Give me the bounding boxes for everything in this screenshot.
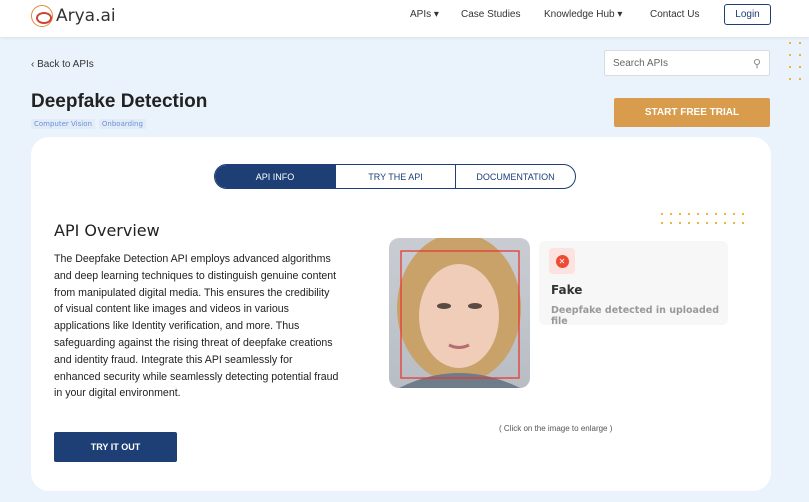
- result-subtitle: Deepfake detected in uploaded file: [551, 305, 720, 327]
- nav-contact-us[interactable]: Contact Us: [650, 9, 699, 20]
- tab-api-info[interactable]: API INFO: [215, 165, 335, 188]
- tabs: API INFO TRY THE API DOCUMENTATION: [214, 164, 576, 189]
- x-circle-icon: ✕: [549, 248, 575, 274]
- tab-documentation[interactable]: DOCUMENTATION: [455, 165, 575, 188]
- overview-heading: API Overview: [54, 221, 160, 240]
- api-card: API INFO TRY THE API DOCUMENTATION API O…: [31, 137, 771, 491]
- tag[interactable]: Onboarding: [98, 119, 146, 129]
- navbar: Arya.ai APIs ▾ Case Studies Knowledge Hu…: [0, 0, 809, 37]
- try-it-out-button[interactable]: TRY IT OUT: [54, 432, 177, 462]
- logo[interactable]: Arya.ai: [31, 5, 116, 27]
- back-to-apis-link[interactable]: ‹ Back to APIs: [31, 59, 94, 70]
- nav-knowledge-hub[interactable]: Knowledge Hub ▾: [544, 9, 622, 20]
- logo-icon: [31, 5, 53, 27]
- search-icon[interactable]: ⚲: [753, 57, 761, 70]
- result-label: Fake: [551, 283, 583, 297]
- decorative-dots: [789, 42, 809, 80]
- tab-try-the-api[interactable]: TRY THE API: [335, 165, 455, 188]
- tag[interactable]: Computer Vision: [31, 119, 95, 129]
- page-title: Deepfake Detection: [31, 91, 208, 112]
- tags: Computer Vision Onboarding: [31, 119, 146, 129]
- enlarge-hint: ( Click on the image to enlarge ): [499, 424, 613, 433]
- overview-text: The Deepfake Detection API employs advan…: [54, 253, 339, 400]
- result-card: ✕ Fake Deepfake detected in uploaded fil…: [539, 241, 728, 327]
- search-input[interactable]: Search APIs ⚲: [604, 50, 770, 76]
- uploaded-face-image[interactable]: [389, 238, 530, 388]
- decorative-dots: [661, 213, 744, 224]
- start-free-trial-button[interactable]: START FREE TRIAL: [614, 98, 770, 127]
- nav-apis[interactable]: APIs ▾: [410, 9, 439, 20]
- nav-case-studies[interactable]: Case Studies: [461, 9, 520, 20]
- login-button[interactable]: Login: [724, 4, 771, 25]
